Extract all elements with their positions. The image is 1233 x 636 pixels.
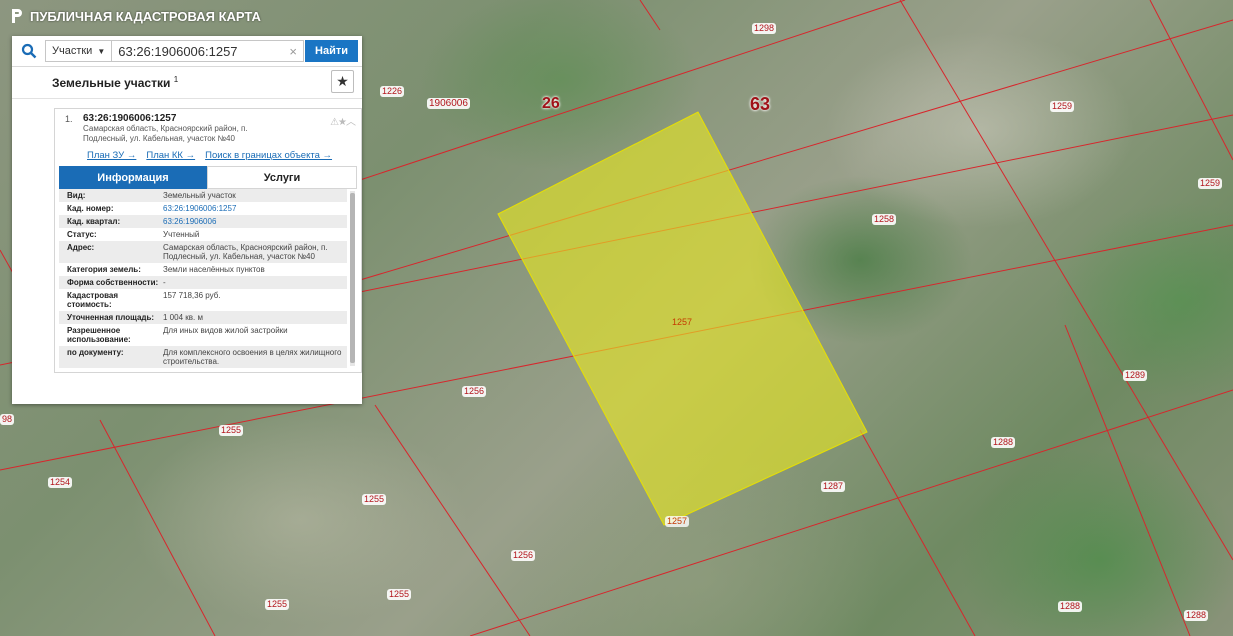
warning-icon[interactable]: ⚠ [330, 117, 339, 128]
property-row: Кадастровая стоимость: 157 718,36 руб. [67, 291, 221, 309]
pkk-logo-icon [10, 8, 24, 24]
parcel-label[interactable]: 1226 [380, 86, 405, 97]
results-header: Земельные участки 1 ★ [12, 67, 362, 99]
plan-zu-link[interactable]: План ЗУ → [87, 150, 136, 161]
parcel-label[interactable]: 1298 [752, 23, 777, 34]
card-tools: ⚠★︿ [330, 113, 356, 128]
properties-scrollbar[interactable] [350, 191, 355, 366]
parcel-label[interactable]: 1254 [48, 477, 73, 488]
property-row: Статус: Учтенный [67, 230, 200, 239]
scrollbar-thumb[interactable] [350, 193, 355, 363]
star-icon: ★ [336, 73, 349, 89]
search-bar: Участки ▼ 63:26:1906006:1257 × Найти [12, 36, 362, 67]
app-title: ПУБЛИЧНАЯ КАДАСТРОВАЯ КАРТА [30, 8, 261, 24]
parcel-label[interactable]: 1289 [1123, 370, 1148, 381]
selected-parcel-label-edge: 1257 [665, 516, 690, 527]
parcel-label[interactable]: 1288 [991, 437, 1016, 448]
property-row: Кад. квартал: 63:26:1906006 [59, 215, 347, 228]
property-row: Форма собственности: - [59, 276, 347, 289]
search-in-bounds-link[interactable]: Поиск в границах объекта → [205, 150, 332, 161]
favorite-button[interactable]: ★ [331, 70, 354, 93]
parcel-label[interactable]: 98 [0, 414, 15, 425]
property-row: Уточненная площадь: 1 004 кв. м [59, 311, 347, 324]
parcel-label[interactable]: 1255 [265, 599, 290, 610]
parcel-label[interactable]: 1288 [1058, 601, 1083, 612]
clear-icon[interactable]: × [289, 44, 297, 59]
chevron-down-icon: ▼ [97, 46, 106, 56]
parcel-label[interactable]: 1287 [821, 481, 846, 492]
property-row: по документу: Для комплексного освоения в… [59, 346, 347, 368]
parcel-label[interactable]: 1259 [1198, 178, 1223, 189]
search-panel: Участки ▼ 63:26:1906006:1257 × Найти Зем… [12, 36, 362, 404]
search-type-select[interactable]: Участки ▼ [44, 40, 112, 62]
search-input[interactable]: 63:26:1906006:1257 × [111, 40, 305, 62]
property-row: Разрешенное использование: Для иных видов… [67, 326, 288, 344]
quarter-label: 1906006 [427, 98, 470, 109]
result-card[interactable]: 1. 63:26:1906006:1257 Самарская область,… [54, 108, 362, 373]
parcel-label[interactable]: 1256 [511, 550, 536, 561]
parcel-label[interactable]: 1255 [219, 425, 244, 436]
result-address: Самарская область, Красноярский район, п… [83, 124, 248, 143]
search-input-value: 63:26:1906006:1257 [118, 43, 238, 59]
parcel-label[interactable]: 1259 [1050, 101, 1075, 112]
search-type-value: Участки [51, 45, 93, 57]
parcel-label[interactable]: 1288 [1184, 610, 1209, 621]
results-title: Земельные участки 1 [52, 75, 179, 90]
chevron-up-icon[interactable]: ︿ [346, 117, 356, 128]
plan-kk-link[interactable]: План КК → [146, 150, 195, 161]
property-row: Кад. номер: 63:26:1906006:1257 [67, 204, 237, 213]
result-links: План ЗУ → План КК → Поиск в границах объ… [87, 150, 353, 161]
find-button[interactable]: Найти [305, 40, 358, 62]
parcel-label[interactable]: 1255 [387, 589, 412, 600]
result-tabs: Информация Услуги [59, 166, 357, 189]
tab-info[interactable]: Информация [59, 166, 207, 189]
star-outline-icon[interactable]: ★ [338, 117, 347, 128]
region-label: 63 [750, 94, 771, 114]
parcel-label[interactable]: 1255 [362, 494, 387, 505]
search-icon[interactable] [16, 40, 41, 62]
property-row: Вид: Земельный участок [59, 189, 347, 202]
result-index: 1. [65, 114, 73, 124]
property-row: Категория земель: Земли населённых пункто… [67, 265, 265, 274]
property-row: Адрес: Самарская область, Красноярский ра… [59, 241, 347, 263]
parcel-label[interactable]: 1258 [872, 214, 897, 225]
selected-parcel-label[interactable]: 1257 [672, 317, 692, 328]
result-cad-number[interactable]: 63:26:1906006:1257 [83, 113, 353, 124]
parcel-label[interactable]: 1256 [462, 386, 487, 397]
properties-list: Вид: Земельный участок Кад. номер: 63:26:1… [59, 189, 357, 368]
results-count: 1 [173, 75, 179, 84]
tab-services[interactable]: Услуги [207, 166, 357, 189]
app-header: ПУБЛИЧНАЯ КАДАСТРОВАЯ КАРТА [10, 8, 261, 24]
district-label: 26 [542, 95, 560, 112]
